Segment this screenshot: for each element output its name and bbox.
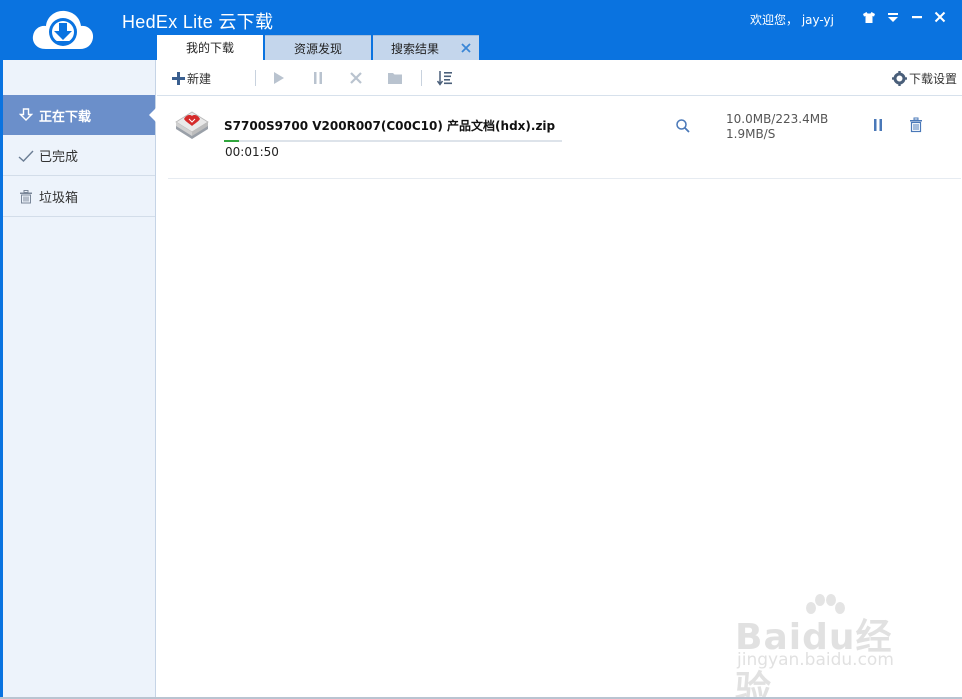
download-settings-button[interactable]: 下载设置 <box>892 68 957 88</box>
sidebar-item-label: 已完成 <box>39 150 79 165</box>
cloud-download-logo-icon <box>32 10 94 49</box>
tab-resource-discovery[interactable]: 资源发现 <box>265 35 371 60</box>
trash-icon <box>17 188 35 206</box>
toolbar-divider <box>255 70 256 86</box>
sidebar-item-downloading[interactable]: 正在下载 <box>3 95 156 135</box>
tab-close-icon[interactable] <box>460 42 472 54</box>
download-size: 10.0MB/223.4MB <box>726 112 829 126</box>
hdx-file-icon <box>175 111 209 139</box>
new-download-button[interactable]: 新建 <box>172 68 211 88</box>
pause-icon <box>314 72 322 84</box>
sort-icon <box>437 71 452 86</box>
gear-icon <box>892 70 907 86</box>
cancel-button[interactable] <box>349 68 363 88</box>
sidebar-item-label: 正在下载 <box>39 109 92 125</box>
baidu-watermark: Baidu经验 jingyan.baidu.com <box>735 594 915 699</box>
delete-download-icon[interactable] <box>908 117 924 133</box>
tab-label: 资源发现 <box>293 41 342 56</box>
play-icon <box>274 72 284 84</box>
plus-icon <box>172 71 185 85</box>
folder-icon <box>388 73 402 84</box>
sidebar-item-label: 垃圾箱 <box>39 191 79 206</box>
menu-dropdown-icon[interactable] <box>885 9 901 25</box>
app-title: HedEx Lite 云下载 <box>122 12 274 32</box>
watermark-url: jingyan.baidu.com <box>737 650 894 670</box>
progress-bar <box>224 140 562 142</box>
cancel-icon <box>350 72 362 84</box>
tab-label: 搜索结果 <box>390 41 439 56</box>
download-row[interactable]: S7700S9700 V200R007(C00C10) 产品文档(hdx).zi… <box>168 97 961 179</box>
download-speed: 1.9MB/S <box>726 127 776 141</box>
sort-button[interactable] <box>437 68 453 88</box>
title-bar: HedEx Lite 云下载 欢迎您， jay-yj <box>0 0 962 60</box>
search-icon[interactable] <box>675 118 691 134</box>
sidebar-item-completed[interactable]: 已完成 <box>3 136 155 176</box>
progress-fill <box>224 140 240 142</box>
close-window-icon[interactable] <box>932 9 948 25</box>
user-greeting[interactable]: 欢迎您， jay-yj <box>750 11 834 28</box>
sidebar: 正在下载 已完成 垃圾箱 <box>3 60 156 699</box>
sidebar-item-trash[interactable]: 垃圾箱 <box>3 177 155 217</box>
check-icon <box>17 147 35 165</box>
download-arrow-icon <box>17 106 35 124</box>
tab-search-results[interactable]: 搜索结果 <box>373 35 479 60</box>
download-settings-label: 下载设置 <box>909 71 958 86</box>
open-folder-button[interactable] <box>387 68 403 88</box>
pause-download-icon[interactable] <box>871 118 885 132</box>
tab-my-downloads[interactable]: 我的下载 <box>157 35 263 60</box>
minimize-icon[interactable] <box>909 9 925 25</box>
tab-label: 我的下载 <box>185 41 234 55</box>
pause-all-button[interactable] <box>312 68 324 88</box>
file-name: S7700S9700 V200R007(C00C10) 产品文档(hdx).zi… <box>224 119 556 133</box>
new-download-label: 新建 <box>187 71 212 86</box>
elapsed-time: 00:01:50 <box>225 145 279 159</box>
toolbar-divider <box>421 70 422 86</box>
toolbar: 新建 下载设置 <box>157 60 962 96</box>
start-button[interactable] <box>273 68 285 88</box>
skin-tshirt-icon[interactable] <box>861 9 877 25</box>
